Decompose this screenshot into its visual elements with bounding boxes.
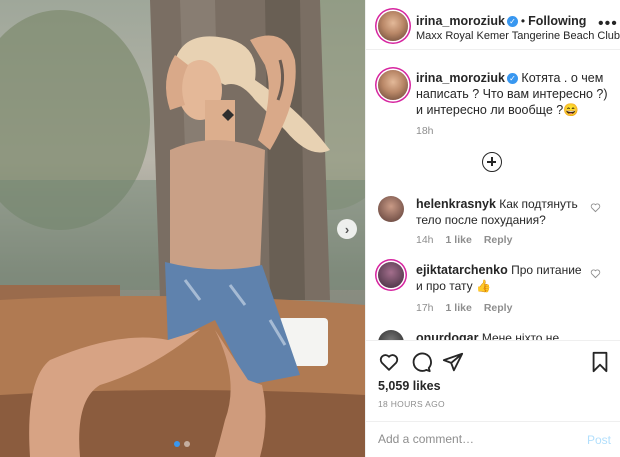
comment-time: 14h <box>416 234 434 246</box>
comment-body: helenkrasnyk Как подтянуть тело после по… <box>416 196 586 228</box>
post-details-panel: irina_moroziuk ✓ • Following Maxx Royal Kem… <box>365 0 620 457</box>
comment-body: ejiktatarchenko Про питание и про тату 👍 <box>416 262 586 294</box>
comment-input[interactable] <box>378 432 568 446</box>
more-horizontal-icon[interactable]: ••• <box>598 15 618 33</box>
carousel-dot <box>184 441 190 447</box>
avatar[interactable] <box>378 11 408 41</box>
caption-username[interactable]: irina_moroziuk <box>416 71 505 85</box>
plus-circle-icon[interactable] <box>482 152 502 172</box>
reply-button[interactable]: Reply <box>484 302 513 314</box>
commenter-avatar[interactable] <box>378 196 404 222</box>
next-photo-button[interactable]: › <box>337 219 357 239</box>
bookmark-icon[interactable] <box>590 351 610 373</box>
photo-illustration <box>0 0 365 457</box>
carousel-dots <box>174 441 190 447</box>
heart-icon[interactable] <box>590 268 601 279</box>
post-comment-button[interactable]: Post <box>587 433 611 447</box>
comment-likes[interactable]: 1 like <box>446 234 472 246</box>
post-location[interactable]: Maxx Royal Kemer Tangerine Beach Club <box>416 30 620 42</box>
dot-separator: • <box>520 14 526 28</box>
header-user-row: irina_moroziuk ✓ • Following <box>416 12 586 30</box>
likes-count[interactable]: 5,059 likes <box>378 379 441 393</box>
comment-username[interactable]: helenkrasnyk <box>416 197 496 211</box>
comment-meta: 14h 1 like Reply <box>416 234 512 246</box>
caption-timestamp: 18h <box>416 125 434 137</box>
add-comment-bar: Post <box>366 421 620 457</box>
author-username[interactable]: irina_moroziuk <box>416 14 505 28</box>
heart-icon[interactable] <box>590 202 601 213</box>
commenter-avatar[interactable] <box>378 262 404 288</box>
verified-badge-icon: ✓ <box>506 73 518 84</box>
verified-badge-icon: ✓ <box>506 16 518 27</box>
post-photo[interactable]: › <box>0 0 365 457</box>
comment-time: 17h <box>416 302 434 314</box>
reply-button[interactable]: Reply <box>484 234 513 246</box>
post-header: irina_moroziuk ✓ • Following Maxx Royal Kem… <box>366 0 620 50</box>
post-actions: 5,059 likes 18 HOURS AGO Post <box>366 340 620 457</box>
comment-bubble-icon[interactable] <box>410 351 432 373</box>
heart-icon[interactable] <box>378 351 400 373</box>
post-timestamp[interactable]: 18 HOURS AGO <box>378 399 445 409</box>
caption-text-block: irina_moroziuk ✓ Котята . о чем написать … <box>416 70 611 118</box>
caption-avatar[interactable] <box>378 70 408 100</box>
comment-meta: 17h 1 like Reply <box>416 302 512 314</box>
carousel-dot-active <box>174 441 180 447</box>
paper-plane-icon[interactable] <box>442 351 464 373</box>
comment-likes[interactable]: 1 like <box>446 302 472 314</box>
comment-username[interactable]: ejiktatarchenko <box>416 263 508 277</box>
chevron-right-icon: › <box>344 221 350 237</box>
following-button[interactable]: Following <box>528 14 586 28</box>
